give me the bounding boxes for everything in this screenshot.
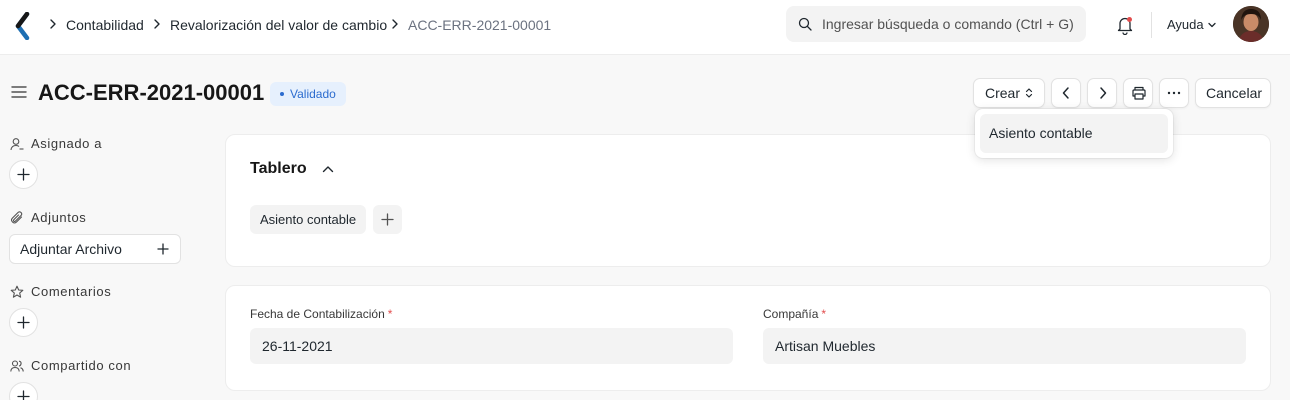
breadcrumb-chevron-icon (50, 19, 56, 29)
select-arrows-icon (1025, 88, 1033, 98)
breadcrumb-item-current: ACC-ERR-2021-00001 (408, 17, 552, 33)
comments-label: Comentarios (31, 284, 112, 299)
create-button[interactable]: Crear (973, 78, 1045, 108)
company-label-text: Compañía (763, 307, 819, 321)
help-menu[interactable]: Ayuda (1167, 16, 1204, 34)
company-field[interactable]: Artisan Muebles (763, 328, 1246, 364)
breadcrumb-chevron-icon (392, 19, 398, 29)
dashboard-link-asiento-contable[interactable]: Asiento contable (250, 205, 367, 234)
add-assignee-button[interactable] (9, 160, 38, 189)
printer-icon (1132, 86, 1146, 100)
breadcrumb-chevron-icon (154, 19, 160, 29)
previous-document-button[interactable] (1051, 78, 1081, 108)
add-comment-button[interactable] (9, 308, 38, 337)
plus-icon (381, 213, 394, 226)
posting-date-label: Fecha de Contabilización * (250, 306, 392, 322)
search-icon (798, 17, 812, 31)
star-icon (10, 285, 24, 298)
form-card: Fecha de Contabilización * 26-11-2021 Com… (225, 285, 1271, 391)
users-icon (10, 360, 24, 372)
status-badge: Validado (270, 82, 346, 106)
chevron-left-icon (1062, 87, 1069, 99)
search-input[interactable] (822, 6, 1080, 42)
plus-icon (17, 390, 30, 400)
plus-icon (17, 316, 30, 329)
more-actions-button[interactable] (1159, 78, 1189, 108)
dashboard-section-title[interactable]: Tablero (250, 159, 307, 179)
required-marker: * (821, 307, 827, 321)
chevron-up-icon[interactable] (322, 163, 334, 175)
user-avatar[interactable] (1233, 6, 1269, 42)
cancel-button-label: Cancelar (1206, 85, 1263, 101)
create-button-label: Crear (985, 85, 1021, 101)
breadcrumb-item-doctype[interactable]: Revalorización del valor de cambio (170, 16, 387, 34)
hamburger-menu-icon[interactable] (11, 85, 27, 99)
avatar-image (1233, 6, 1269, 42)
attachments-label: Adjuntos (31, 210, 87, 225)
more-horizontal-icon (1167, 91, 1181, 95)
attach-file-button[interactable]: Adjuntar Archivo (9, 234, 181, 264)
shared-with-label: Compartido con (31, 358, 132, 373)
create-dropdown-menu: Asiento contable (975, 109, 1173, 158)
status-dot-icon (280, 92, 284, 96)
search-bar[interactable] (786, 6, 1086, 42)
user-assign-icon (10, 138, 24, 151)
breadcrumb-item-contabilidad[interactable]: Contabilidad (66, 16, 144, 34)
assigned-to-label: Asignado a (31, 136, 103, 151)
next-document-button[interactable] (1087, 78, 1117, 108)
dropdown-item-asiento-contable[interactable]: Asiento contable (980, 114, 1168, 153)
add-linked-document-button[interactable] (373, 205, 402, 234)
chevron-right-icon (1100, 87, 1107, 99)
add-share-button[interactable] (9, 382, 38, 400)
attach-file-label: Adjuntar Archivo (20, 241, 122, 257)
navbar-divider (1151, 12, 1152, 38)
paperclip-icon (10, 211, 23, 224)
app-logo-icon[interactable] (15, 12, 31, 40)
posting-date-field[interactable]: 26-11-2021 (250, 328, 733, 364)
company-label: Compañía * (763, 306, 826, 322)
cancel-button[interactable]: Cancelar (1195, 78, 1271, 108)
posting-date-label-text: Fecha de Contabilización (250, 307, 385, 321)
print-button[interactable] (1123, 78, 1153, 108)
notification-bell-icon[interactable] (1116, 15, 1134, 35)
chevron-down-icon[interactable] (1207, 20, 1217, 30)
navbar: Contabilidad Revalorización del valor de… (0, 0, 1290, 55)
page-title: ACC-ERR-2021-00001 (38, 80, 265, 105)
plus-icon (157, 243, 169, 255)
plus-icon (17, 168, 30, 181)
required-marker: * (387, 307, 393, 321)
status-badge-label: Validado (290, 87, 336, 101)
